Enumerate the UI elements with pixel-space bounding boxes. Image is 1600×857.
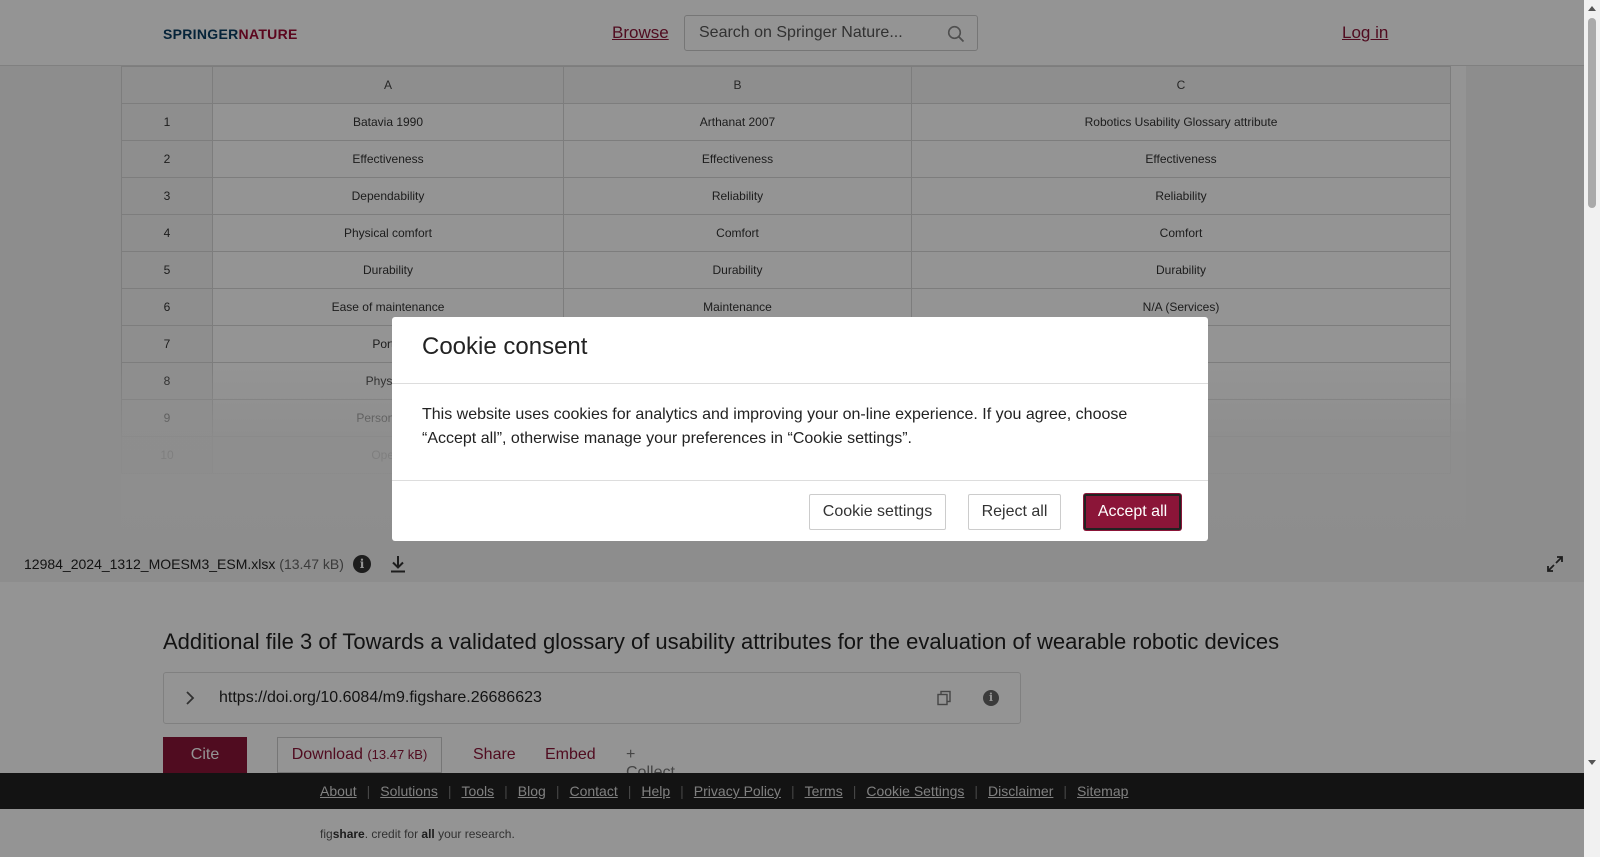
cookie-dialog-body: This website uses cookies for analytics … xyxy=(422,406,1128,447)
page-scroll-down-icon[interactable] xyxy=(1588,760,1596,765)
page-scrollbar[interactable] xyxy=(1584,0,1600,857)
divider xyxy=(392,480,1208,481)
page-scroll-thumb[interactable] xyxy=(1588,18,1596,208)
divider xyxy=(392,383,1208,384)
reject-all-button[interactable]: Reject all xyxy=(968,494,1061,530)
page-scroll-up-icon[interactable] xyxy=(1588,6,1596,11)
accept-all-button[interactable]: Accept all xyxy=(1084,494,1181,530)
cookie-settings-button[interactable]: Cookie settings xyxy=(809,494,946,530)
cookie-consent-dialog: Cookie consent This website uses cookies… xyxy=(392,317,1208,541)
cookie-dialog-title: Cookie consent xyxy=(422,333,588,360)
